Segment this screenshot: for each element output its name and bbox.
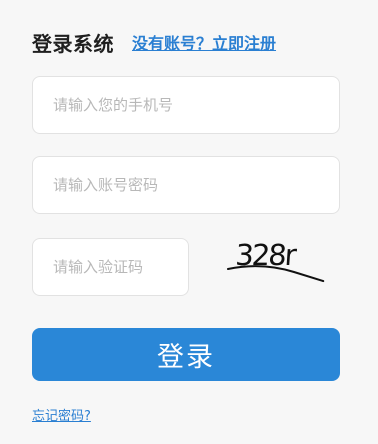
- captcha-image[interactable]: 328r: [222, 232, 332, 292]
- login-button[interactable]: 登录: [32, 328, 340, 381]
- login-panel: 登录系统 没有账号？立即注册 328r 登录 忘记密码?: [0, 0, 378, 444]
- page-title: 登录系统: [32, 31, 114, 56]
- phone-input[interactable]: [32, 76, 340, 134]
- password-input[interactable]: [32, 156, 340, 214]
- register-link[interactable]: 没有账号？立即注册: [132, 30, 276, 54]
- forgot-password-link[interactable]: 忘记密码?: [32, 405, 91, 424]
- login-header: 登录系统 没有账号？立即注册: [32, 28, 276, 56]
- captcha-input[interactable]: [32, 238, 189, 296]
